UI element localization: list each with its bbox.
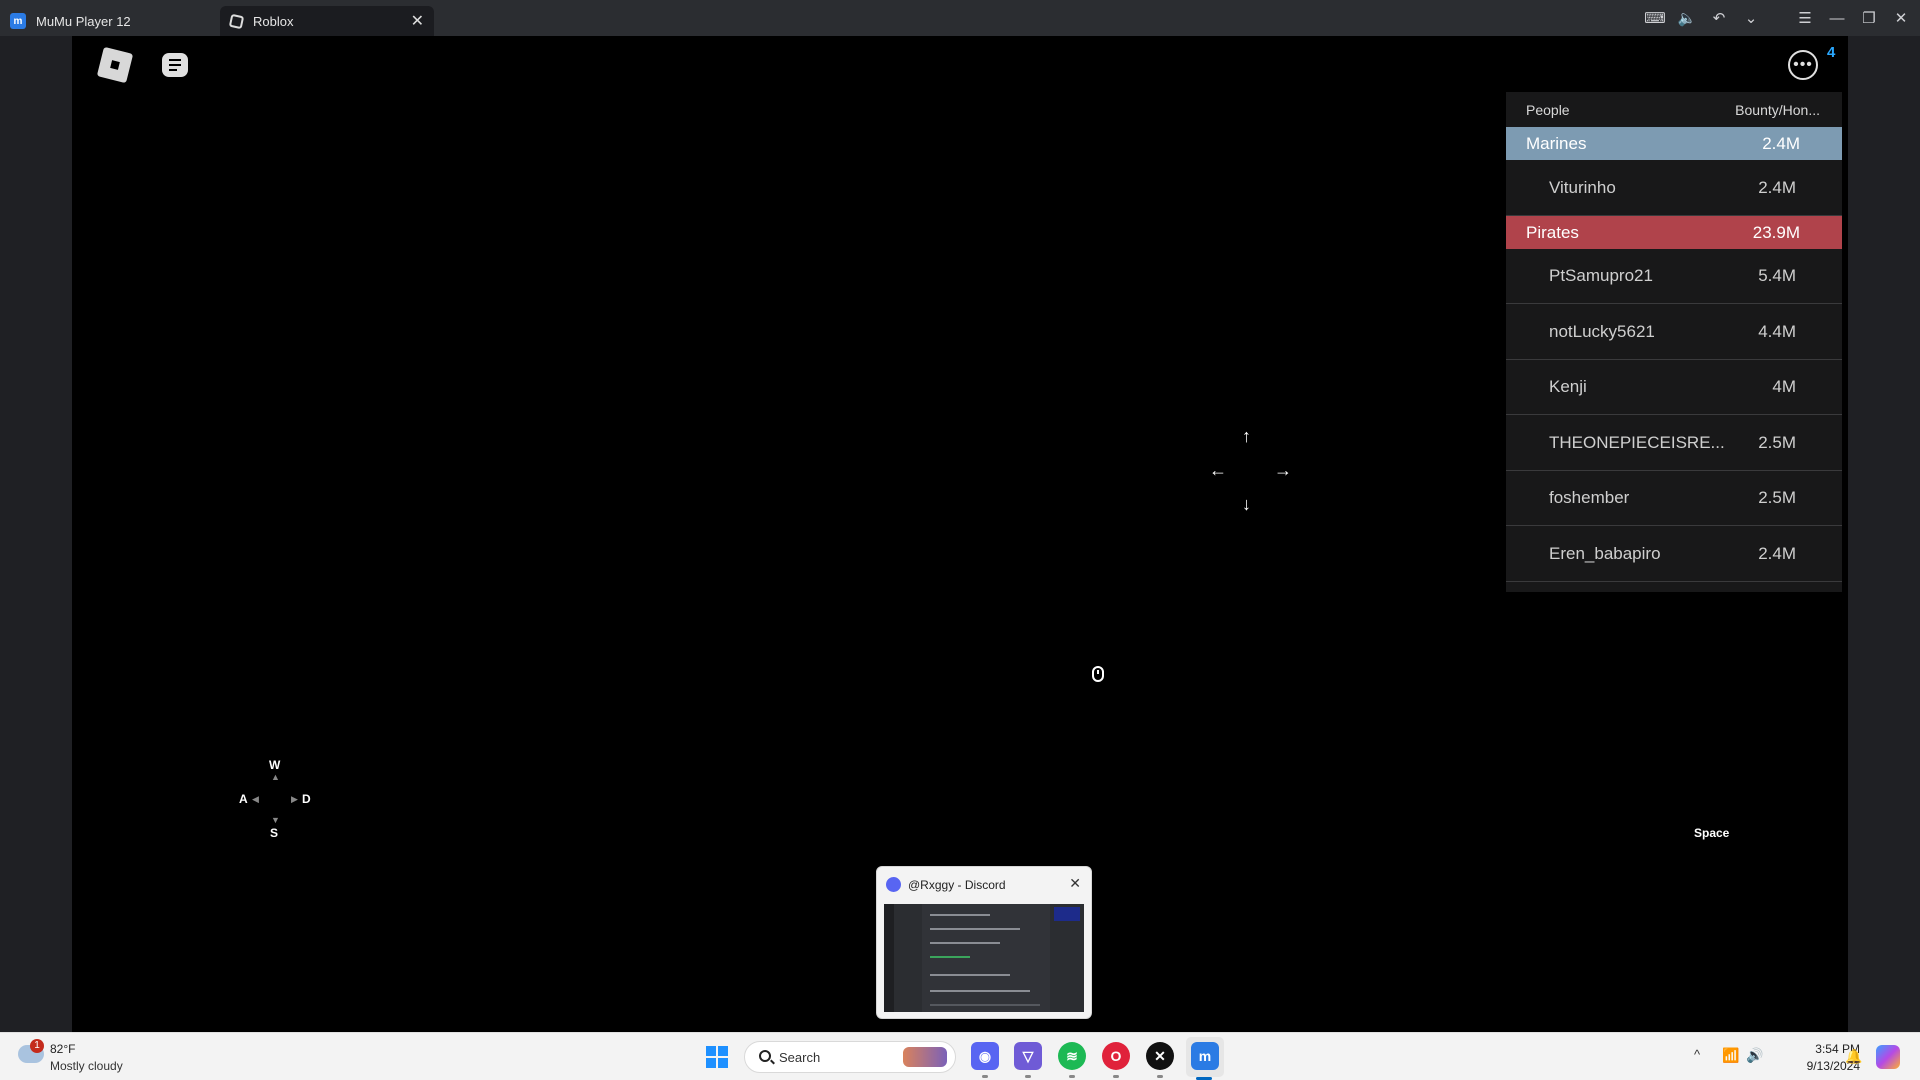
camera-up-arrow-icon[interactable]: ↑ (1242, 426, 1251, 447)
player-row[interactable]: foshember 2.5M (1506, 471, 1842, 526)
minimize-icon[interactable]: — (1826, 8, 1848, 28)
camera-down-arrow-icon[interactable]: ↓ (1242, 494, 1251, 515)
mouse-icon[interactable] (1092, 666, 1104, 682)
team-row-marines[interactable]: Marines 2.4M (1506, 127, 1842, 160)
volume-icon[interactable]: 🔈 (1676, 8, 1698, 28)
team-name: Pirates (1526, 223, 1579, 242)
notification-badge: 4 (1827, 44, 1836, 61)
player-value: 5.4M (1758, 266, 1796, 285)
player-name: Viturinho (1549, 178, 1616, 197)
tab-roblox[interactable]: Roblox ✕ (220, 6, 434, 36)
arrow-left-small-icon: ◀ (252, 794, 259, 804)
vpn-app-icon[interactable]: ▽ (1014, 1042, 1042, 1070)
leaderboard: People Bounty/Hon... Marines 2.4M Vituri… (1506, 92, 1842, 592)
close-window-icon[interactable]: ✕ (1890, 8, 1912, 28)
leaderboard-header: People Bounty/Hon... (1506, 92, 1842, 126)
xbox-app-icon[interactable]: ✕ (1146, 1042, 1174, 1070)
weather-temp[interactable]: 82°F (50, 1042, 75, 1056)
app-running-indicator (982, 1075, 988, 1078)
arrow-right-small-icon: ▶ (291, 794, 298, 804)
discord-thumbnail[interactable] (884, 904, 1084, 1012)
tray-chevron-icon[interactable]: ^ (1694, 1047, 1700, 1062)
taskbar: 1 82°F Mostly cloudy Search ◉ ▽ ≋ O ✕ m … (0, 1032, 1920, 1080)
close-tab-icon[interactable]: ✕ (411, 11, 424, 31)
player-row[interactable]: THEONEPIECEISRE... 2.5M (1506, 416, 1842, 471)
tab-label: MuMu Player 12 (36, 13, 131, 29)
roblox-menu-icon[interactable] (96, 46, 134, 84)
player-name: Eren_babapiro (1549, 544, 1661, 563)
player-value: 2.5M (1758, 433, 1796, 452)
more-options-icon[interactable]: ••• (1788, 50, 1818, 80)
camera-left-arrow-icon[interactable]: ← (1209, 460, 1227, 481)
key-d[interactable]: D (302, 792, 311, 806)
spotify-app-icon[interactable]: ≋ (1058, 1042, 1086, 1070)
weather-badge: 1 (30, 1039, 44, 1053)
search-highlight-icon (903, 1047, 947, 1067)
keyboard-icon[interactable]: ⌨ (1644, 8, 1666, 28)
window-titlebar: m MuMu Player 12 Roblox ✕ ⌨ 🔈 ↶ ⌄ ☰ — ❐ … (0, 0, 1920, 36)
search-icon (759, 1050, 771, 1062)
key-a[interactable]: A (239, 792, 248, 806)
player-value: 4M (1772, 377, 1796, 396)
search-placeholder: Search (779, 1050, 821, 1065)
player-value: 2.4M (1758, 544, 1796, 563)
undo-icon[interactable]: ↶ (1708, 8, 1730, 28)
column-people: People (1526, 102, 1570, 118)
wifi-icon[interactable]: 📶 (1722, 1047, 1739, 1064)
menu-icon[interactable]: ☰ (1794, 8, 1816, 28)
player-name: notLucky5621 (1549, 322, 1655, 341)
arrow-down-small-icon: ▼ (271, 815, 280, 825)
app-running-indicator (1113, 1075, 1119, 1078)
arrow-up-small-icon: ▲ (271, 772, 280, 782)
key-space[interactable]: Space (1694, 826, 1729, 840)
player-row[interactable]: notLucky5621 4.4M (1506, 305, 1842, 360)
mumu-app-icon[interactable]: m (1191, 1042, 1219, 1070)
chevron-down-icon[interactable]: ⌄ (1740, 8, 1762, 28)
tab-label: Roblox (253, 13, 294, 29)
search-input[interactable]: Search (744, 1041, 956, 1073)
close-icon[interactable]: ✕ (1069, 875, 1081, 892)
player-name: Kenji (1549, 377, 1587, 396)
chat-icon[interactable] (162, 53, 188, 77)
volume-icon[interactable]: 🔊 (1746, 1047, 1763, 1064)
discord-preview-title: @Rxggy - Discord (908, 878, 1006, 892)
tab-mumu-player[interactable]: m MuMu Player 12 (0, 6, 218, 36)
column-bounty: Bounty/Hon... (1735, 102, 1820, 118)
player-name: THEONEPIECEISRE... (1549, 433, 1725, 452)
player-row[interactable]: Kenji 4M (1506, 360, 1842, 415)
player-row[interactable]: Eren_babapiro 2.4M (1506, 527, 1842, 582)
app-running-indicator (1025, 1075, 1031, 1078)
roblox-icon (228, 13, 245, 29)
team-row-pirates[interactable]: Pirates 23.9M (1506, 216, 1842, 249)
weather-desc[interactable]: Mostly cloudy (50, 1059, 123, 1073)
player-row[interactable]: PtSamupro21 5.4M (1506, 249, 1842, 304)
mumu-icon: m (10, 13, 26, 29)
app-running-indicator (1069, 1075, 1075, 1078)
player-value: 4.4M (1758, 322, 1796, 341)
start-icon[interactable] (706, 1046, 728, 1068)
right-gutter (1848, 36, 1920, 1032)
copilot-icon[interactable] (1876, 1045, 1900, 1069)
player-name: foshember (1549, 488, 1630, 507)
opera-app-icon[interactable]: O (1102, 1042, 1130, 1070)
left-gutter (0, 36, 72, 1032)
discord-app-icon[interactable]: ◉ (971, 1042, 999, 1070)
app-running-indicator (1157, 1075, 1163, 1078)
player-row[interactable]: Viturinho 2.4M (1506, 161, 1842, 216)
player-value: 2.5M (1758, 488, 1796, 507)
key-s[interactable]: S (270, 826, 278, 840)
team-value: 2.4M (1762, 134, 1800, 153)
player-name: PtSamupro21 (1549, 266, 1653, 285)
camera-right-arrow-icon[interactable]: → (1274, 460, 1292, 481)
restore-icon[interactable]: ❐ (1858, 8, 1880, 28)
team-name: Marines (1526, 134, 1587, 153)
discord-icon (886, 877, 901, 892)
discord-preview[interactable]: @Rxggy - Discord ✕ (876, 866, 1092, 1019)
team-value: 23.9M (1752, 223, 1800, 242)
bell-icon[interactable]: 🔔 (1845, 1048, 1862, 1065)
player-value: 2.4M (1758, 178, 1796, 197)
key-w[interactable]: W (269, 758, 280, 772)
